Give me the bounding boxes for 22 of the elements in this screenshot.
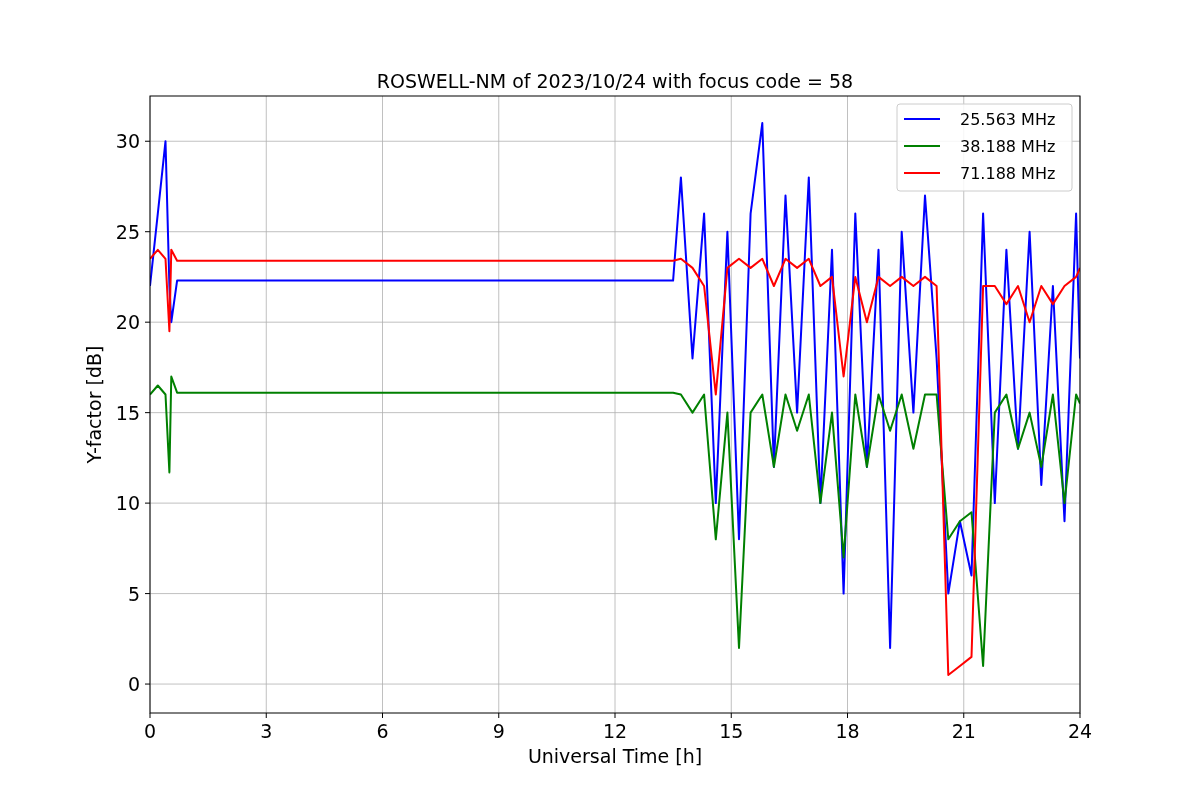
tick-label: 21 xyxy=(951,720,976,742)
tick-label: 18 xyxy=(835,720,860,742)
tick-label: 12 xyxy=(602,720,628,742)
tick-label: 0 xyxy=(127,673,140,696)
tick-label: 24 xyxy=(1067,720,1093,742)
legend-label: 71.188 MHz xyxy=(960,164,1056,183)
x-axis-label: Universal Time [h] xyxy=(527,745,703,767)
legend-label: 38.188 MHz xyxy=(960,137,1056,156)
y-axis-label: Y-factor [dB] xyxy=(83,345,105,464)
tick-label: 3 xyxy=(260,720,273,742)
legend-label: 25.563 MHz xyxy=(960,110,1056,129)
tick-label: 5 xyxy=(127,582,140,605)
tick-label: 6 xyxy=(376,720,389,742)
tick-label: 9 xyxy=(492,720,505,742)
tick-label: 20 xyxy=(115,311,140,334)
tick-label: 0 xyxy=(143,720,157,742)
chart-title: ROSWELL-NM of 2023/10/24 with focus code = 58 xyxy=(376,70,854,92)
tick-label: 30 xyxy=(115,130,140,153)
tick-label: 25 xyxy=(115,220,140,243)
tick-label: 10 xyxy=(115,492,140,515)
tick-label: 15 xyxy=(719,720,744,742)
tick-label: 15 xyxy=(115,401,140,424)
